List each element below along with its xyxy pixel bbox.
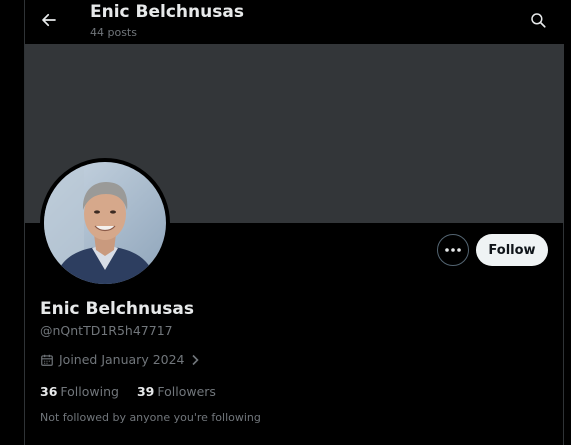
avatar-image: [44, 162, 166, 284]
page-title: Enic Belchnusas: [90, 2, 244, 22]
more-options-button[interactable]: [437, 234, 469, 266]
mutual-followers-note: Not followed by anyone you're following: [40, 411, 261, 424]
follow-button[interactable]: Follow: [476, 234, 548, 266]
joined-date[interactable]: Joined January 2024: [40, 352, 200, 368]
following-link[interactable]: 36 Following: [40, 384, 119, 400]
more-options-icon: [445, 248, 461, 252]
top-bar: Enic Belchnusas 44 posts: [25, 0, 564, 44]
calendar-icon: [41, 354, 53, 366]
arrow-left-icon: [42, 13, 56, 27]
followers-count: 39: [136, 384, 155, 399]
followers-link[interactable]: 39 Followers: [137, 384, 216, 400]
following-label: Following: [60, 384, 119, 399]
joined-label: Joined January 2024: [59, 352, 185, 367]
follow-stats: 36 Following 39 Followers: [40, 384, 216, 400]
followers-label: Followers: [157, 384, 216, 399]
chevron-right-icon: [191, 354, 199, 366]
user-handle: @nQntTD1R5h47717: [40, 323, 173, 338]
search-button[interactable]: [526, 8, 550, 32]
following-count: 36: [40, 384, 58, 399]
profile-column: Enic Belchnusas 44 posts Follow Enic Bel…: [24, 0, 564, 445]
back-button[interactable]: [37, 8, 61, 32]
avatar[interactable]: [40, 158, 170, 288]
display-name: Enic Belchnusas: [40, 299, 194, 319]
search-icon: [531, 13, 546, 28]
post-count: 44 posts: [90, 26, 137, 39]
